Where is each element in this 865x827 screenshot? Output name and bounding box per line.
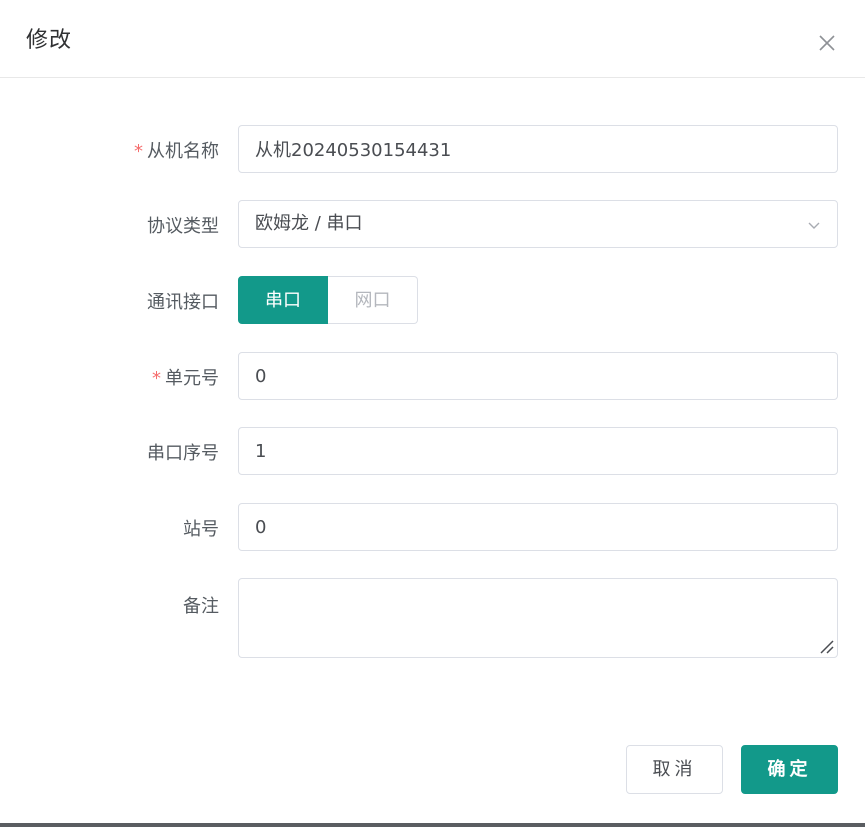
remark-label: 备注 — [183, 596, 219, 617]
cancel-button[interactable]: 取消 — [626, 745, 723, 794]
comm-interface-serial-option[interactable]: 串口 — [238, 276, 328, 324]
serial-port-no-label: 串口序号 — [147, 443, 219, 464]
protocol-type-value: 欧姆龙 / 串口 — [255, 213, 363, 234]
protocol-type-label: 协议类型 — [147, 216, 219, 237]
slave-name-input[interactable] — [238, 125, 838, 173]
confirm-button[interactable]: 确定 — [741, 745, 838, 794]
comm-interface-label: 通讯接口 — [147, 292, 219, 313]
required-mark: * — [152, 368, 161, 389]
unit-no-label: * 单元号 — [152, 368, 219, 389]
unit-no-input[interactable] — [238, 352, 838, 400]
protocol-type-select[interactable]: 欧姆龙 / 串口 — [238, 200, 838, 248]
window-bottom-edge — [0, 823, 865, 827]
comm-interface-segmented: 串口 网口 — [238, 276, 418, 324]
close-icon[interactable] — [814, 30, 840, 56]
required-mark: * — [134, 141, 143, 162]
dialog-title: 修改 — [26, 28, 73, 53]
chevron-down-icon — [808, 222, 820, 229]
station-no-label: 站号 — [183, 519, 219, 540]
dialog-header: 修改 — [0, 0, 865, 78]
remark-textarea[interactable] — [238, 578, 838, 658]
serial-port-no-input[interactable] — [238, 427, 838, 475]
slave-name-label: * 从机名称 — [134, 141, 219, 162]
resize-handle-icon[interactable] — [817, 637, 835, 655]
comm-interface-network-option[interactable]: 网口 — [328, 276, 418, 324]
edit-dialog: 修改 *从机名称 协议类型 欧姆龙 / 串口 通讯接口 串口 网口 *单元号 — [0, 0, 865, 827]
station-no-input[interactable] — [238, 503, 838, 551]
